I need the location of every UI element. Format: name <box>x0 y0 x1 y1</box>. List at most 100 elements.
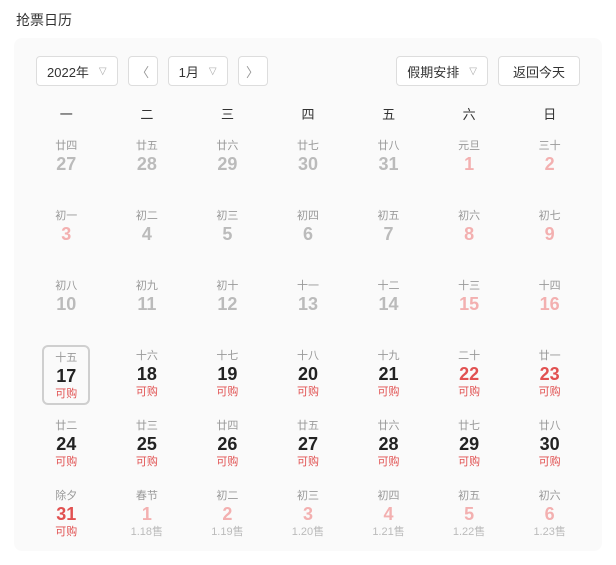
lunar-label: 廿五 <box>290 419 326 433</box>
calendar-cell[interactable]: 春节11.18售 <box>107 477 188 547</box>
calendar-cell[interactable]: 廿七30 <box>268 127 349 197</box>
calendar-cell[interactable]: 廿八31 <box>348 127 429 197</box>
calendar-cell[interactable]: 十九21可购 <box>348 337 429 407</box>
calendar-cell-inner: 元旦1 <box>445 135 493 191</box>
calendar-cell-inner: 初三31.20售 <box>284 485 332 541</box>
day-status: 可购 <box>48 455 84 469</box>
lunar-label: 初四 <box>371 489 407 503</box>
holiday-select[interactable]: 假期安排 ▽ <box>396 56 488 86</box>
calendar-cell[interactable]: 廿三25可购 <box>107 407 188 477</box>
calendar-cell[interactable]: 初八10 <box>26 267 107 337</box>
calendar-cell-inner: 十九21可购 <box>365 345 413 401</box>
lunar-label: 十七 <box>209 349 245 363</box>
calendar-cell-inner: 初三5 <box>203 205 251 261</box>
calendar-cell-inner: 初十12 <box>203 275 251 331</box>
calendar-cell-inner: 初四41.21售 <box>365 485 413 541</box>
back-to-today-button[interactable]: 返回今天 <box>498 56 580 86</box>
calendar-cell[interactable]: 廿六28可购 <box>348 407 429 477</box>
calendar-cell[interactable]: 廿八30可购 <box>509 407 590 477</box>
calendar-cell[interactable]: 初六61.23售 <box>509 477 590 547</box>
lunar-label: 二十 <box>451 349 487 363</box>
calendar-cell[interactable]: 十二14 <box>348 267 429 337</box>
calendar-cell[interactable]: 廿六29 <box>187 127 268 197</box>
lunar-label: 廿八 <box>371 139 407 153</box>
day-status <box>129 245 165 259</box>
calendar-cell[interactable]: 十六18可购 <box>107 337 188 407</box>
calendar-cell[interactable]: 初五51.22售 <box>429 477 510 547</box>
day-status <box>129 175 165 189</box>
calendar-cell[interactable]: 元旦1 <box>429 127 510 197</box>
calendar-cell[interactable]: 初七9 <box>509 197 590 267</box>
lunar-label: 廿八 <box>532 419 568 433</box>
day-status: 可购 <box>532 455 568 469</box>
calendar-cell[interactable]: 初二4 <box>107 197 188 267</box>
calendar-cell[interactable]: 廿七29可购 <box>429 407 510 477</box>
weekday-cell: 三 <box>187 104 268 123</box>
lunar-label: 十五 <box>50 351 82 365</box>
day-number: 16 <box>532 293 568 315</box>
year-select[interactable]: 2022年 ▽ <box>36 56 118 86</box>
calendar-cell-inner: 廿七30 <box>284 135 332 191</box>
calendar-cell[interactable]: 十三15 <box>429 267 510 337</box>
lunar-label: 初六 <box>451 209 487 223</box>
calendar-cell-inner: 廿四27 <box>42 135 90 191</box>
prev-month-button[interactable]: 〈 <box>128 56 158 86</box>
calendar-cell[interactable]: 初三31.20售 <box>268 477 349 547</box>
day-status <box>371 175 407 189</box>
calendar-cell-inner: 十六18可购 <box>123 345 171 401</box>
month-select[interactable]: 1月 ▽ <box>168 56 228 86</box>
calendar-cell[interactable]: 初九11 <box>107 267 188 337</box>
lunar-label: 廿三 <box>129 419 165 433</box>
calendar-cell[interactable]: 廿二24可购 <box>26 407 107 477</box>
calendar-cell[interactable]: 廿五27可购 <box>268 407 349 477</box>
calendar-cell-inner: 廿七29可购 <box>445 415 493 471</box>
calendar-cell[interactable]: 十七19可购 <box>187 337 268 407</box>
calendar-cell[interactable]: 廿五28 <box>107 127 188 197</box>
lunar-label: 初三 <box>209 209 245 223</box>
calendar-cell[interactable]: 二十22可购 <box>429 337 510 407</box>
calendar-cell[interactable]: 十四16 <box>509 267 590 337</box>
lunar-label: 初五 <box>371 209 407 223</box>
weekday-cell: 六 <box>429 104 510 123</box>
calendar-cell[interactable]: 初六8 <box>429 197 510 267</box>
calendar-cell-inner: 十一13 <box>284 275 332 331</box>
calendar-cell[interactable]: 廿四26可购 <box>187 407 268 477</box>
calendar-cell[interactable]: 初二21.19售 <box>187 477 268 547</box>
calendar-cell[interactable]: 初三5 <box>187 197 268 267</box>
calendar-cell[interactable]: 初四6 <box>268 197 349 267</box>
day-number: 27 <box>48 153 84 175</box>
lunar-label: 廿六 <box>209 139 245 153</box>
lunar-label: 初七 <box>532 209 568 223</box>
calendar-cell[interactable]: 初五7 <box>348 197 429 267</box>
day-number: 12 <box>209 293 245 315</box>
calendar-cell-inner: 廿三25可购 <box>123 415 171 471</box>
calendar-cell-inner: 十七19可购 <box>203 345 251 401</box>
day-status <box>532 245 568 259</box>
calendar-cell[interactable]: 十五17可购 <box>26 337 107 407</box>
day-number: 25 <box>129 433 165 455</box>
calendar-cell[interactable]: 初十12 <box>187 267 268 337</box>
calendar-cell[interactable]: 初一3 <box>26 197 107 267</box>
day-status: 可购 <box>129 385 165 399</box>
day-status <box>371 245 407 259</box>
calendar-cell[interactable]: 廿一23可购 <box>509 337 590 407</box>
calendar-cell[interactable]: 初四41.21售 <box>348 477 429 547</box>
calendar-cell-inner: 二十22可购 <box>445 345 493 401</box>
day-number: 28 <box>129 153 165 175</box>
lunar-label: 十四 <box>532 279 568 293</box>
calendar-cell[interactable]: 十八20可购 <box>268 337 349 407</box>
calendar-cell[interactable]: 十一13 <box>268 267 349 337</box>
calendar-cell[interactable]: 三十2 <box>509 127 590 197</box>
calendar-cell[interactable]: 除夕31可购 <box>26 477 107 547</box>
day-status: 可购 <box>371 455 407 469</box>
lunar-label: 初八 <box>48 279 84 293</box>
calendar-cell-inner: 廿二24可购 <box>42 415 90 471</box>
day-status: 1.20售 <box>290 525 326 539</box>
day-number: 28 <box>371 433 407 455</box>
next-month-button[interactable]: 〉 <box>238 56 268 86</box>
lunar-label: 十三 <box>451 279 487 293</box>
lunar-label: 廿一 <box>532 349 568 363</box>
calendar-cell[interactable]: 廿四27 <box>26 127 107 197</box>
day-number: 2 <box>209 503 245 525</box>
calendar-cell-inner: 三十2 <box>526 135 574 191</box>
